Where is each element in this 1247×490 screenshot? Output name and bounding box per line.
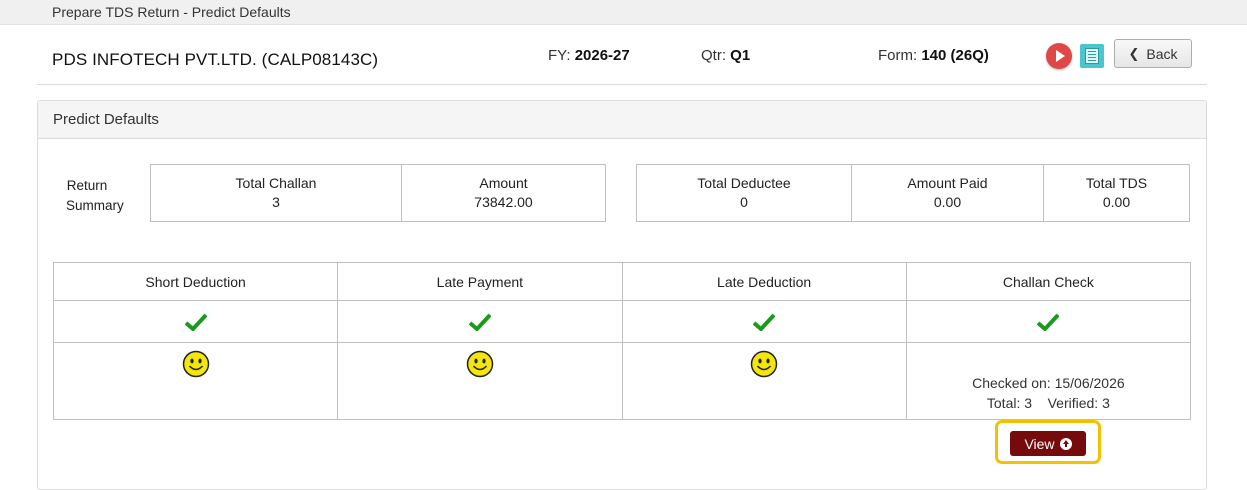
amount-header: Amount [479, 175, 528, 191]
total-tds-header: Total TDS [1085, 175, 1148, 191]
total-tds-value: 0.00 [1102, 194, 1131, 210]
late-deduction-header: Late Deduction [621, 262, 907, 301]
total-challan-cell: Total Challan 3 [150, 164, 402, 222]
smiley-icon [182, 350, 210, 381]
fy-info: FY: 2026-27 [548, 47, 630, 64]
view-button-highlight: View [995, 420, 1101, 464]
form-label: Form: [878, 47, 918, 64]
smiley-icon [750, 350, 778, 381]
default-checks-table: Short Deduction Late Payment Late Deduct… [52, 262, 1192, 420]
challan-check-info: Checked on: 15/06/2026 Total: 3 Verified… [907, 373, 1190, 413]
challan-check-result-cell: Checked on: 15/06/2026 Total: 3 Verified… [905, 342, 1192, 420]
summary-table-challan: Total Challan 3 Amount 73842.00 [150, 164, 606, 222]
chevron-left-icon: ❮ [1128, 45, 1140, 61]
fy-label: FY: [548, 47, 571, 64]
arrow-up-circle-icon [1059, 437, 1072, 450]
amount-cell: Amount 73842.00 [401, 164, 606, 222]
total-challan-value: 3 [272, 194, 280, 210]
amount-paid-header: Amount Paid [907, 175, 988, 191]
checked-on-text: Checked on: 15/06/2026 [972, 375, 1125, 391]
summary-table-deductee: Total Deductee 0 Amount Paid 0.00 Total … [636, 164, 1190, 222]
view-label: View [1024, 435, 1055, 452]
qtr-label: Qtr: [701, 47, 726, 64]
amount-paid-value: 0.00 [933, 194, 962, 210]
return-summary-label: Return Summary [66, 178, 124, 213]
smiley-icon [466, 350, 494, 381]
short-deduction-header: Short Deduction [52, 262, 339, 301]
checkmark-icon [184, 313, 207, 331]
play-icon[interactable] [1046, 43, 1072, 69]
form-value: 140 (26Q) [921, 47, 989, 64]
qtr-value: Q1 [730, 47, 751, 64]
title-bar: Prepare TDS Return - Predict Defaults [0, 0, 1247, 25]
fy-value: 2026-27 [574, 47, 630, 64]
total-tds-cell: Total TDS 0.00 [1043, 164, 1190, 222]
page-header: PDS INFOTECH PVT.LTD. (CALP08143C) FY: 2… [37, 25, 1207, 85]
challan-check-header: Challan Check [905, 262, 1192, 301]
view-button[interactable]: View [1010, 431, 1086, 456]
total-deductee-cell: Total Deductee 0 [636, 164, 852, 222]
back-button[interactable]: ❮ Back [1114, 39, 1192, 68]
total-challan-header: Total Challan [235, 175, 317, 191]
checkmark-icon [1037, 313, 1060, 331]
company-name: PDS INFOTECH PVT.LTD. (CALP08143C) [52, 50, 379, 69]
amount-paid-cell: Amount Paid 0.00 [851, 164, 1044, 222]
calculator-icon[interactable] [1080, 44, 1104, 68]
form-info: Form: 140 (26Q) [878, 47, 989, 64]
late-payment-header: Late Payment [337, 262, 623, 301]
total-deductee-header: Total Deductee [697, 175, 791, 191]
breadcrumb: Prepare TDS Return - Predict Defaults [52, 4, 291, 20]
checkmark-icon [753, 313, 776, 331]
qtr-info: Qtr: Q1 [701, 47, 750, 64]
panel-title: Predict Defaults [38, 101, 1206, 139]
challan-totals-text: Total: 3 Verified: 3 [986, 395, 1110, 411]
total-deductee-value: 0 [740, 194, 748, 210]
back-label: Back [1146, 45, 1178, 62]
checkmark-icon [468, 313, 491, 331]
amount-value: 73842.00 [474, 194, 533, 210]
